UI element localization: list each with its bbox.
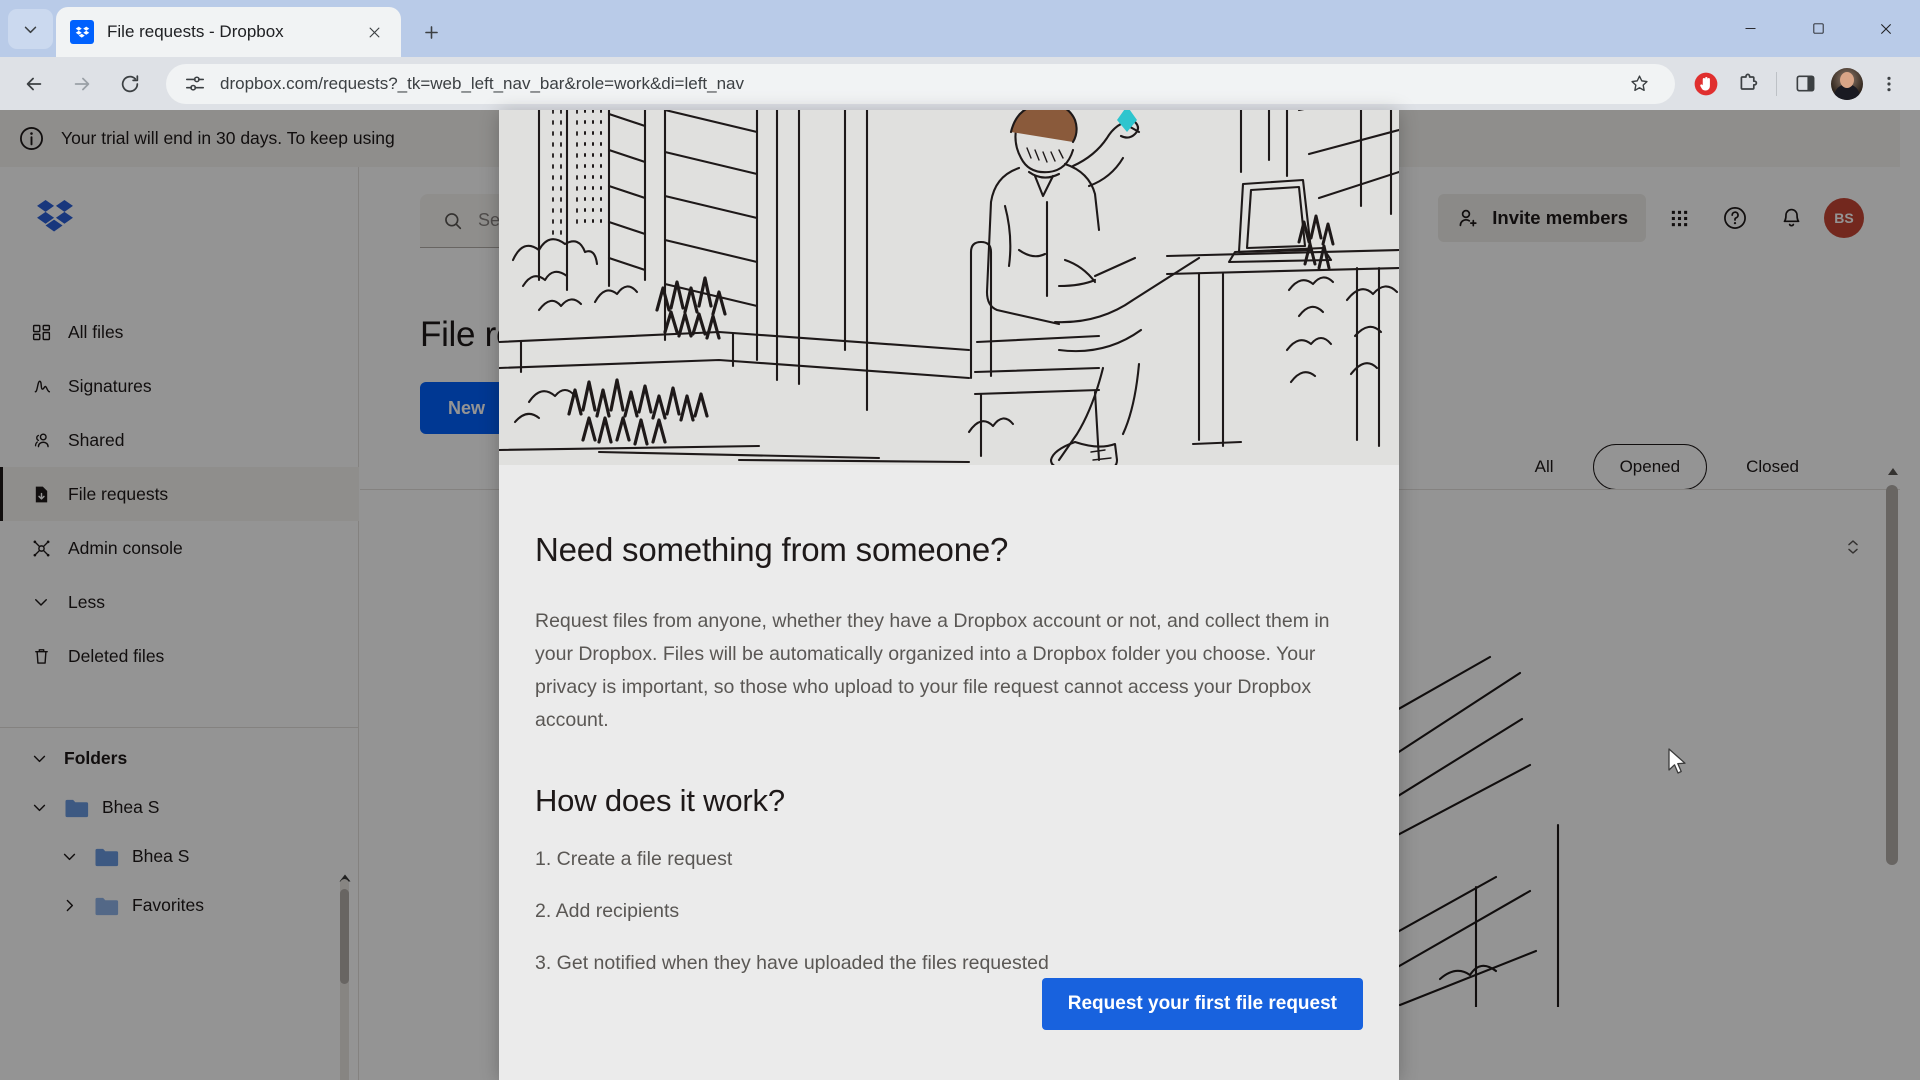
modal-subheading: How does it work?: [535, 783, 785, 818]
close-window-button[interactable]: [1852, 0, 1920, 57]
back-icon[interactable]: [14, 64, 54, 104]
screen: File requests - Dropbox dropbox.com/requ…: [0, 0, 1920, 1080]
modal-step: 1. Create a file request: [535, 848, 733, 870]
chevron-down-icon: [24, 26, 37, 33]
window-controls: [1716, 0, 1920, 57]
mouse-cursor: [1668, 748, 1686, 774]
minimize-window-button[interactable]: [1716, 0, 1784, 57]
dropbox-favicon: [70, 20, 94, 44]
maximize-window-button[interactable]: [1784, 0, 1852, 57]
extensions-icon[interactable]: [1727, 63, 1769, 105]
forward-icon[interactable]: [62, 64, 102, 104]
close-icon[interactable]: [361, 19, 387, 45]
toolbar-divider: [1776, 71, 1777, 96]
new-tab-button[interactable]: [413, 14, 449, 50]
modal-step: 2. Add recipients: [535, 900, 680, 922]
profile-avatar[interactable]: [1826, 63, 1868, 105]
bookmark-star-icon[interactable]: [1621, 66, 1657, 102]
modal-body: Need something from someone? Request fil…: [499, 465, 1399, 975]
browser-toolbar: dropbox.com/requests?_tk=web_left_nav_ba…: [0, 57, 1920, 110]
file-request-intro-modal: Need something from someone? Request fil…: [499, 110, 1399, 1080]
browser-tab-strip: File requests - Dropbox: [0, 0, 1920, 57]
address-bar-text: dropbox.com/requests?_tk=web_left_nav_ba…: [220, 73, 745, 93]
reload-icon[interactable]: [110, 64, 150, 104]
browser-tab[interactable]: File requests - Dropbox: [56, 7, 401, 57]
plus-icon: [424, 25, 438, 39]
address-bar[interactable]: dropbox.com/requests?_tk=web_left_nav_ba…: [166, 63, 1675, 104]
modal-step: 3. Get notified when they have uploaded …: [535, 952, 1049, 974]
request-first-file-request-button[interactable]: Request your first file request: [1041, 978, 1363, 1030]
chrome-menu-icon[interactable]: [1868, 63, 1910, 105]
modal-cta-label: Request your first file request: [1067, 993, 1337, 1014]
tab-title: File requests - Dropbox: [107, 22, 284, 41]
adblock-icon[interactable]: [1685, 63, 1727, 105]
tab-search-button[interactable]: [8, 9, 53, 49]
modal-heading: Need something from someone?: [535, 531, 1009, 568]
person-at-desk-with-laptop-illustration: [499, 110, 1399, 465]
side-panel-icon[interactable]: [1784, 63, 1826, 105]
site-info-icon[interactable]: [184, 73, 206, 95]
modal-paragraph: Request files from anyone, whether they …: [535, 610, 1330, 731]
